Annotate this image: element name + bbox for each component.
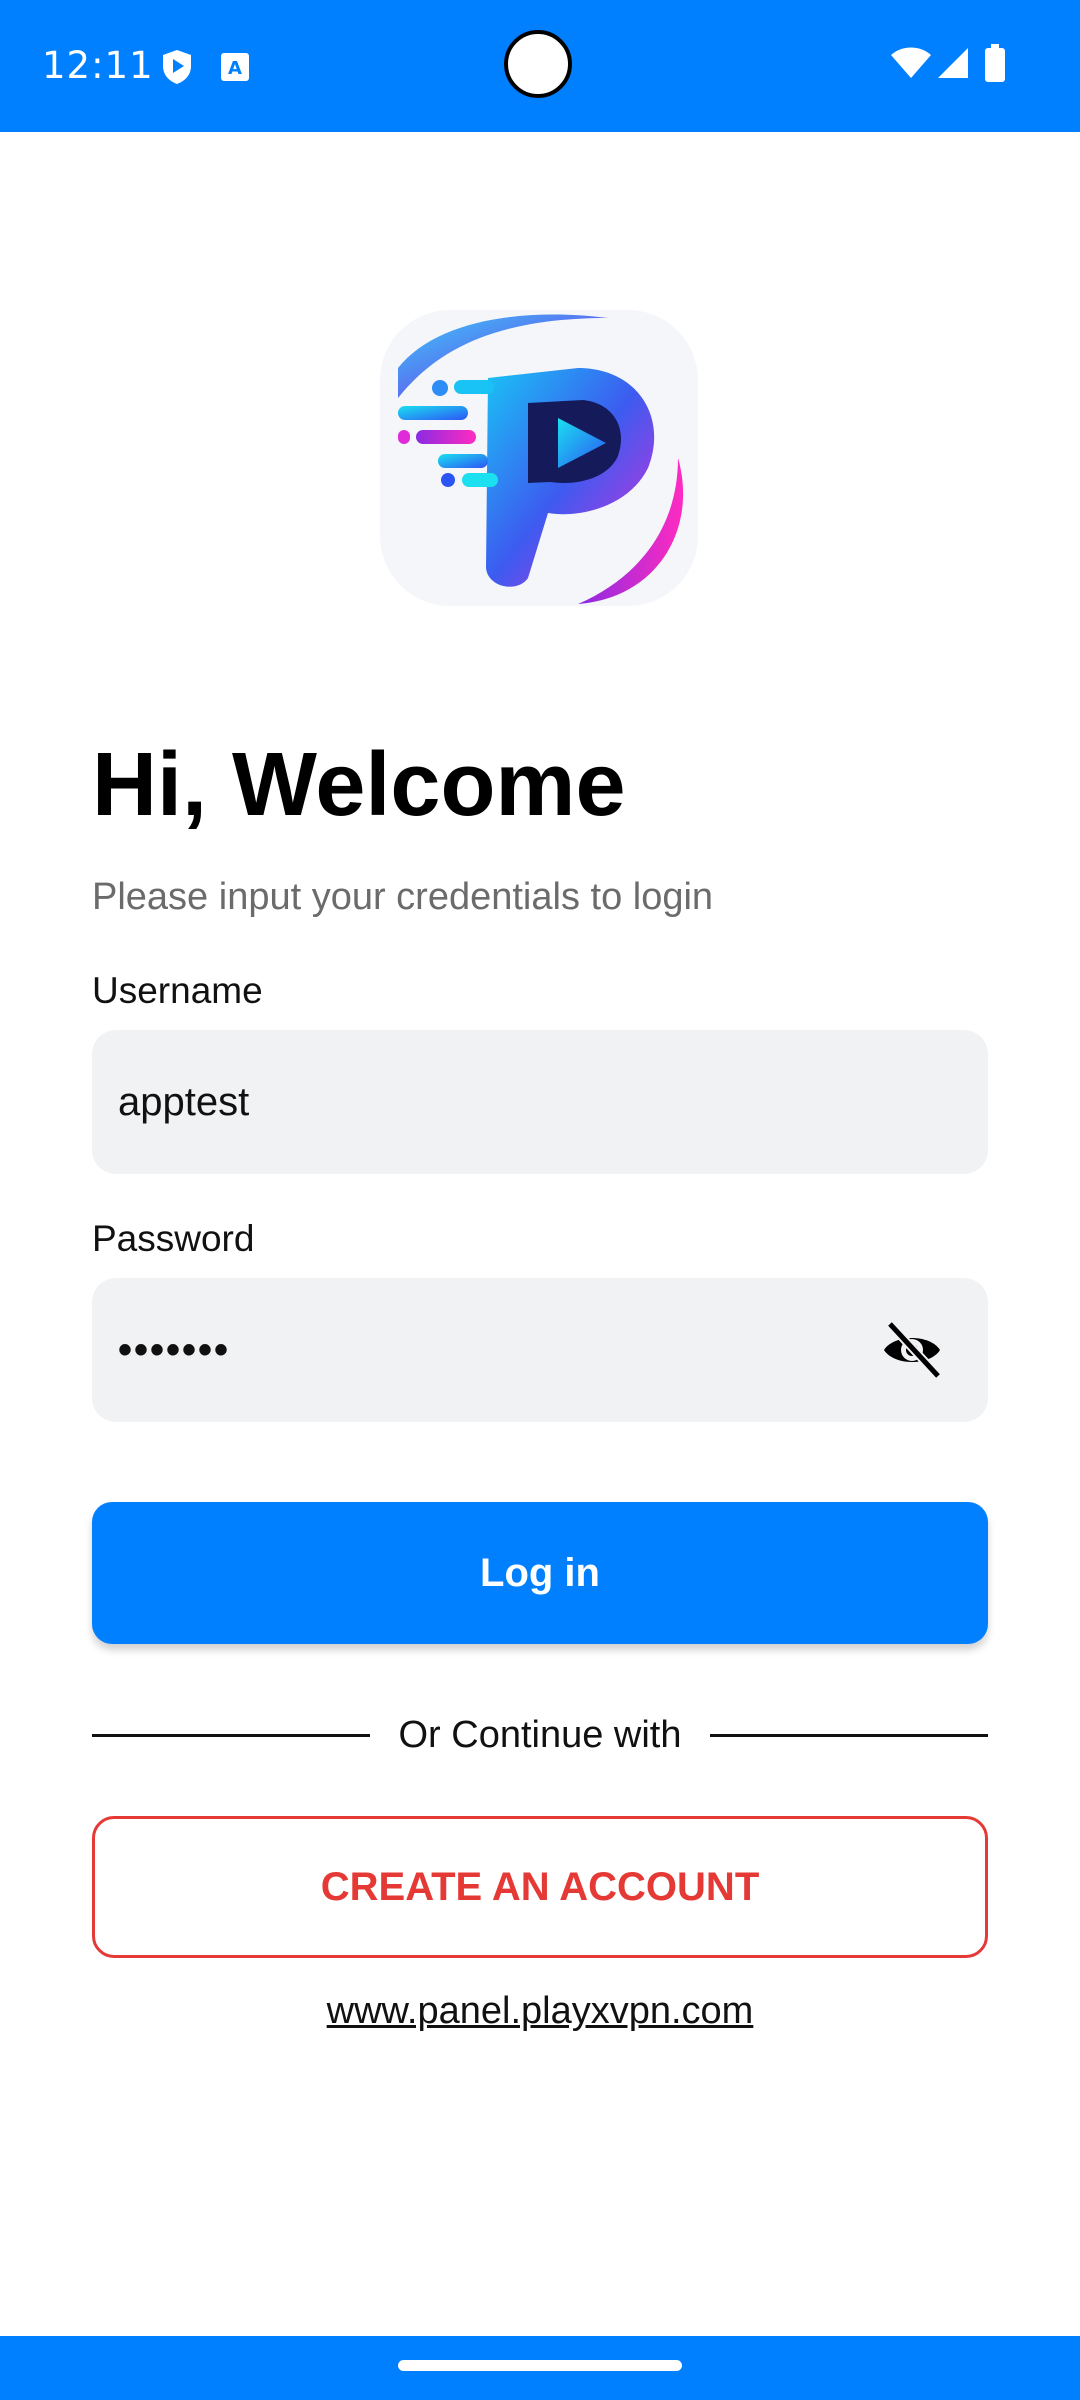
username-value: apptest bbox=[118, 1080, 250, 1124]
app-logo bbox=[378, 308, 700, 608]
divider-right bbox=[710, 1734, 988, 1737]
username-label: Username bbox=[92, 970, 263, 1011]
password-value: ••••••• bbox=[118, 1328, 231, 1372]
username-input[interactable]: apptest bbox=[92, 1030, 988, 1174]
website-link[interactable]: www.panel.playxvpn.com bbox=[0, 1990, 1080, 2033]
login-subtitle: Please input your credentials to login bbox=[92, 876, 714, 918]
shield-play-icon bbox=[160, 48, 194, 91]
front-camera bbox=[504, 30, 572, 98]
welcome-title: Hi, Welcome bbox=[92, 735, 626, 835]
status-bar: 12:11 A bbox=[0, 0, 1080, 132]
battery-icon bbox=[984, 44, 1006, 87]
svg-text:A: A bbox=[228, 58, 242, 79]
cellular-signal-icon bbox=[936, 46, 970, 85]
eye-off-icon[interactable] bbox=[880, 1318, 944, 1382]
text-a-icon: A bbox=[220, 52, 250, 87]
status-time: 12:11 bbox=[42, 44, 154, 87]
login-button[interactable]: Log in bbox=[92, 1502, 988, 1644]
password-input[interactable]: ••••••• bbox=[92, 1278, 988, 1422]
divider-left bbox=[92, 1734, 370, 1737]
home-gesture-handle[interactable] bbox=[398, 2360, 682, 2371]
password-label: Password bbox=[92, 1218, 255, 1259]
divider-text: Or Continue with bbox=[398, 1714, 682, 1756]
create-account-button[interactable]: CREATE AN ACCOUNT bbox=[92, 1816, 988, 1958]
wifi-icon bbox=[890, 46, 932, 85]
